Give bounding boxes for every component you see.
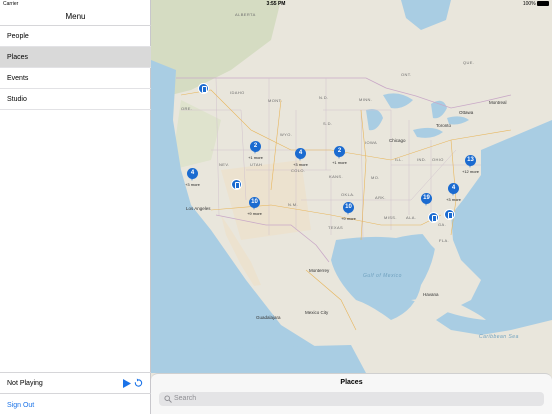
clock: 3:55 PM xyxy=(266,1,286,7)
map-label: OKLA. xyxy=(341,192,355,197)
city-label: Havana xyxy=(423,292,439,297)
cluster-pin[interactable]: 4 +3 more xyxy=(446,183,461,202)
sidebar-title: Menu xyxy=(65,12,86,21)
battery-icon xyxy=(537,1,549,7)
replay-icon[interactable] xyxy=(134,378,143,388)
map-label: ILL. xyxy=(395,157,404,162)
water-label: Caribbean Sea xyxy=(479,334,519,340)
map-label: COLO. xyxy=(291,168,306,173)
menu-item-events[interactable]: Events xyxy=(0,68,151,89)
play-icon[interactable] xyxy=(123,379,131,388)
map-label: ARK. xyxy=(375,195,386,200)
map-label: WYO. xyxy=(280,132,293,137)
venue-marker-icon[interactable] xyxy=(198,83,209,94)
map-label: UTAH xyxy=(250,162,263,167)
audio-player: Not Playing xyxy=(0,372,151,393)
search-field[interactable]: Search xyxy=(159,392,544,406)
map-label: ONT. xyxy=(401,72,412,77)
cluster-pin[interactable]: 10 +9 more xyxy=(247,197,262,216)
map-label: N.M. xyxy=(288,202,299,207)
menu-item-places[interactable]: Places xyxy=(0,47,151,68)
map-label: IDAHO xyxy=(230,90,245,95)
city-label: Mexico City xyxy=(305,310,329,315)
cluster-pin[interactable]: 19 xyxy=(421,193,432,207)
city-label: Ottawa xyxy=(459,110,474,115)
cluster-pin[interactable]: 4 +3 more xyxy=(185,168,200,187)
search-icon xyxy=(164,395,172,403)
city-label: Chicago xyxy=(389,138,406,143)
map-label: KANS. xyxy=(329,174,344,179)
menu-item-studio[interactable]: Studio xyxy=(0,89,151,110)
map-label: GA. xyxy=(438,222,447,227)
sidebar: Menu People Places Events Studio Not Pla… xyxy=(0,0,151,414)
cluster-pin[interactable]: 10 +9 more xyxy=(341,202,356,221)
city-label: Montreal xyxy=(489,100,507,105)
map-label: IND. xyxy=(417,157,427,162)
search-placeholder: Search xyxy=(174,395,197,402)
city-label: Los Angeles xyxy=(186,206,211,211)
map-view[interactable]: ALBERTA MONT. N.D. S.D. NEB. WYO. UTAH C… xyxy=(151,0,552,414)
cluster-pin[interactable]: 4 +3 more xyxy=(293,148,308,167)
sheet-title: Places xyxy=(340,379,363,386)
map-label: ALA. xyxy=(406,215,417,220)
map-label: N.D. xyxy=(319,95,329,100)
city-label: Toronto xyxy=(436,123,452,128)
map-label: TEXAS xyxy=(328,225,344,230)
map-label: MINN. xyxy=(359,97,373,102)
water-label: Gulf of Mexico xyxy=(363,273,402,279)
cluster-pin[interactable]: 2 +1 more xyxy=(332,146,347,165)
map-label: QUE. xyxy=(463,60,475,65)
map-label: MONT. xyxy=(268,98,283,103)
places-sheet: Places Search xyxy=(151,373,552,414)
status-bar: Carrier 3:55 PM 100% xyxy=(0,0,552,9)
map-label: ORE. xyxy=(181,106,193,111)
menu-list: People Places Events Studio xyxy=(0,26,151,110)
cluster-pin[interactable]: 2 +1 more xyxy=(248,141,263,160)
map-label: MISS. xyxy=(384,215,397,220)
city-label: Monterrey xyxy=(309,268,330,273)
sign-out-link[interactable]: Sign Out xyxy=(0,393,151,414)
battery-percent: 100% xyxy=(522,1,536,7)
map-label: FLA. xyxy=(439,238,450,243)
map-label: MO. xyxy=(371,175,380,180)
map-label: S.D. xyxy=(323,121,333,126)
status-right: 100% xyxy=(523,1,549,7)
menu-item-people[interactable]: People xyxy=(0,26,151,47)
map-label: NEV. xyxy=(219,162,230,167)
map-label: IOWA xyxy=(365,140,378,145)
map-label: OHIO xyxy=(432,157,444,162)
venue-marker-icon[interactable] xyxy=(444,209,455,220)
cluster-pin[interactable]: 13 +12 more xyxy=(462,155,479,174)
venue-marker-icon[interactable] xyxy=(428,212,439,223)
venue-marker-icon[interactable] xyxy=(231,179,242,190)
city-label: Guadalajara xyxy=(256,315,281,320)
player-status: Not Playing xyxy=(7,380,43,387)
